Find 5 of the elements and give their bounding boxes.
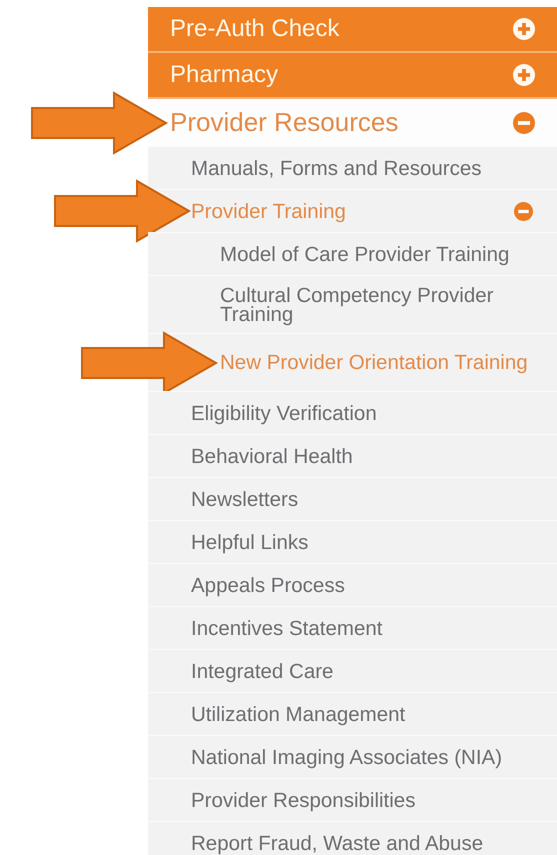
menu-item[interactable]: Provider Resources bbox=[170, 107, 513, 138]
expand-icon[interactable] bbox=[513, 18, 535, 40]
collapse-icon[interactable] bbox=[513, 112, 535, 134]
expand-icon[interactable] bbox=[513, 64, 535, 86]
collapse-icon[interactable] bbox=[514, 202, 533, 220]
